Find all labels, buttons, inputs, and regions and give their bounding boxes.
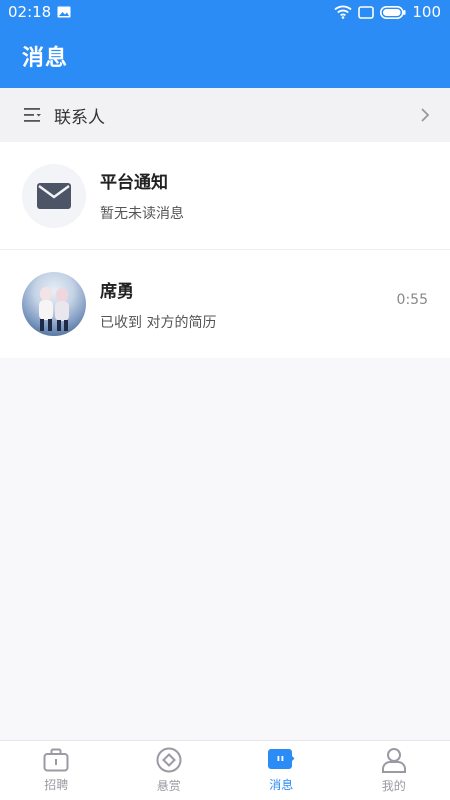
message-preview: 已收到 对方的简历 (100, 314, 217, 331)
tab-label: 我的 (381, 779, 406, 793)
message-preview: 暂无未读消息 (100, 206, 184, 222)
status-left: 02:18 (8, 3, 71, 21)
message-text: 平台通知 暂无未读消息 (100, 168, 428, 223)
screen-cast-icon (358, 5, 375, 19)
reward-icon (156, 747, 182, 773)
briefcase-icon (43, 748, 69, 772)
image-notification-icon (57, 6, 71, 18)
message-icon (268, 749, 295, 769)
message-title: 平台通知 (100, 173, 168, 193)
avatar (22, 272, 86, 336)
list-item-conversation[interactable]: 席勇 已收到 对方的简历 0:55 (0, 250, 450, 358)
contacts-row[interactable]: 联系人 (0, 88, 450, 142)
message-text: 席勇 已收到 对方的简历 (100, 277, 428, 332)
tab-profile[interactable]: 我的 (338, 741, 450, 800)
tab-label: 招聘 (44, 778, 69, 792)
list-menu-icon (24, 108, 41, 122)
list-item-platform-notice[interactable]: 平台通知 暂无未读消息 (0, 142, 450, 250)
avatar (22, 163, 86, 228)
tab-reward[interactable]: 悬赏 (113, 741, 226, 800)
wifi-icon (334, 5, 352, 19)
battery-icon (380, 5, 406, 19)
battery-level: 100 (412, 3, 441, 21)
user-photo-icon (39, 287, 69, 331)
status-right: 100 (334, 3, 441, 21)
mail-icon (37, 182, 71, 209)
chevron-right-icon (421, 108, 430, 122)
tab-messages[interactable]: 消息 (225, 741, 338, 800)
tab-recruit[interactable]: 招聘 (0, 741, 113, 800)
message-time: 0:55 (396, 292, 428, 308)
app-bar: 消息 (0, 24, 450, 88)
message-list: 平台通知 暂无未读消息 席勇 已收到 对方的简历 0:55 (0, 142, 450, 358)
status-time: 02:18 (8, 3, 52, 21)
status-bar: 02:18 100 (0, 0, 450, 24)
contacts-label: 联系人 (54, 107, 105, 128)
page-title: 消息 (22, 46, 69, 71)
person-icon (381, 748, 406, 773)
tab-label: 悬赏 (156, 779, 181, 793)
bottom-tab-bar: 招聘 悬赏 消息 我的 (0, 740, 450, 800)
tab-label: 消息 (269, 778, 294, 792)
message-title: 席勇 (100, 281, 134, 302)
